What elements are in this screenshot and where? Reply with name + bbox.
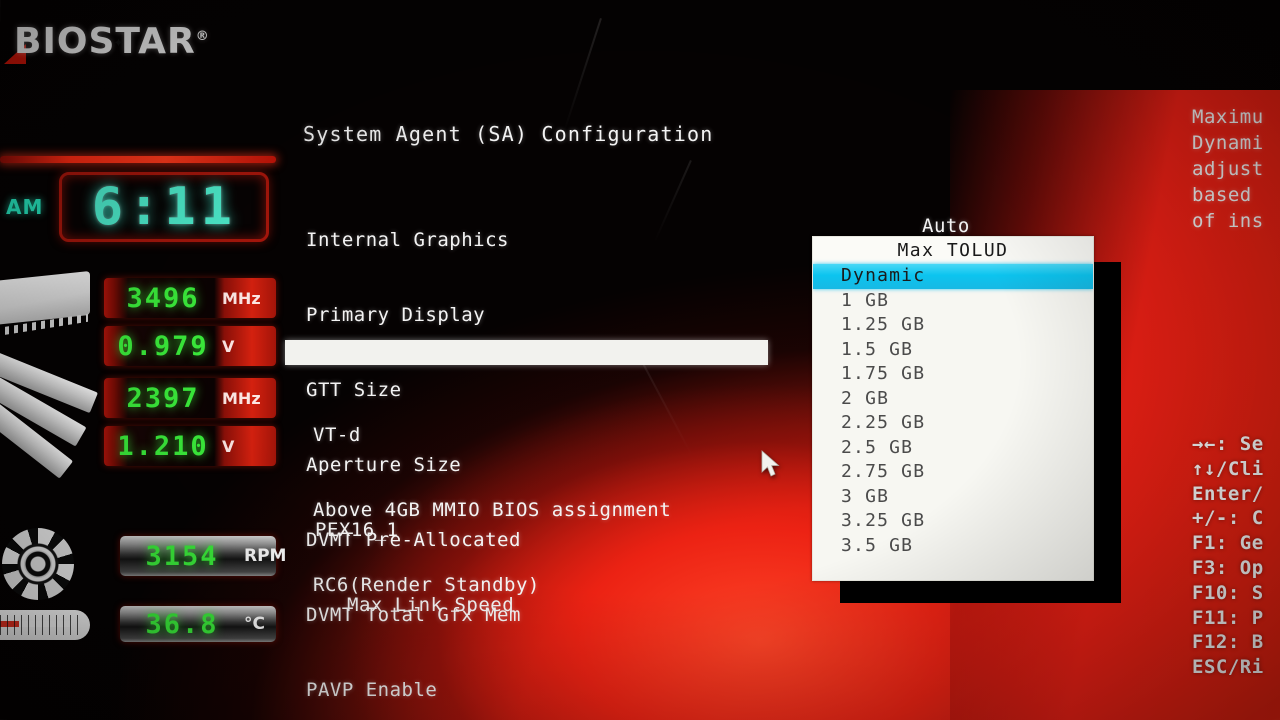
menu-item-pex16-1: PEX16_1 [315, 519, 399, 541]
cpu-voltage-value: 0.979 [117, 330, 209, 362]
fan-speed-unit: RPM [244, 546, 287, 566]
mouse-cursor-icon [761, 450, 780, 477]
cpu-icon [0, 270, 90, 326]
thermometer-icon [0, 610, 90, 640]
dropdown-title: Max TOLUD [813, 237, 1093, 264]
hwmon-divider [0, 156, 276, 163]
ram-icon [0, 340, 106, 479]
hotkey-plus-minus: +/-: C [1192, 507, 1264, 530]
menu-item-primary-display[interactable]: Primary Display [306, 303, 521, 328]
help-line: adjust [1192, 158, 1264, 180]
memory-voltage-value: 1.210 [117, 430, 209, 462]
help-line: of ins [1192, 210, 1264, 232]
dropdown-option-2-5gb[interactable]: 2.5 GB [813, 436, 1093, 461]
fan-speed-value: 3154 [145, 540, 219, 572]
fan-speed-gauge: 3154 RPM [120, 536, 286, 576]
menu-item-pavp-enable[interactable]: PAVP Enable [306, 678, 521, 703]
memory-voltage-gauge: 1.210 V [104, 426, 276, 466]
cpu-voltage-unit: V [222, 336, 235, 356]
dropdown-option-2-25gb[interactable]: 2.25 GB [813, 411, 1093, 436]
dropdown-option-2gb[interactable]: 2 GB [813, 387, 1093, 412]
dropdown-option-3gb[interactable]: 3 GB [813, 485, 1093, 510]
menu-item-internal-graphics[interactable]: Internal Graphics [306, 228, 521, 253]
clock-time: 6:11 [91, 177, 237, 237]
hardware-monitor-panel: AM 6:11 CPU 3496 MHz 0.979 V 2397 MHz 1.… [0, 88, 286, 668]
hotkey-f12: F12: B [1192, 631, 1264, 654]
memory-frequency-gauge: 2397 MHz [104, 378, 276, 418]
cpu-frequency-gauge: 3496 MHz [104, 278, 276, 318]
bios-screen: BIOSTAR® ✦ AM 6:11 CPU 3496 MHz 0.979 V [0, 0, 1280, 720]
hotkey-select-item: ↑↓/Cli [1192, 457, 1264, 480]
menu-item-max-link-speed[interactable]: Max Link Speed [315, 593, 514, 618]
dropdown-option-2-75gb[interactable]: 2.75 GB [813, 460, 1093, 485]
hotkey-f1: F1: Ge [1192, 532, 1264, 555]
dropdown-option-3-25gb[interactable]: 3.25 GB [813, 509, 1093, 534]
memory-frequency-value: 2397 [126, 382, 200, 414]
help-line: Maximu [1192, 106, 1264, 128]
cpu-frequency-value: 3496 [126, 282, 200, 314]
menu-item-max-tolud-selected[interactable] [285, 340, 768, 365]
pcie-section: PEX16_1 Max Link Speed [315, 468, 514, 668]
hotkey-enter: Enter/ [1192, 482, 1264, 505]
memory-frequency-unit: MHz [222, 388, 261, 408]
biostar-logo: BIOSTAR® ✦ [4, 20, 210, 64]
dropdown-option-1-25gb[interactable]: 1.25 GB [813, 313, 1093, 338]
temperature-value: 36.8 [145, 608, 219, 640]
logo-wordmark: BIOSTAR [14, 20, 196, 62]
hotkey-f10: F10: S [1192, 581, 1264, 604]
help-line: based [1192, 184, 1264, 206]
dropdown-option-3-5gb[interactable]: 3.5 GB [813, 534, 1093, 559]
cpu-frequency-unit: MHz [222, 288, 261, 308]
dropdown-option-1gb[interactable]: 1 GB [813, 289, 1093, 314]
logo-registered-mark: ® [195, 28, 210, 44]
dropdown-option-dynamic[interactable]: Dynamic [813, 264, 1093, 289]
dropdown-option-1-75gb[interactable]: 1.75 GB [813, 362, 1093, 387]
logo-star-icon: ✦ [113, 32, 124, 52]
cpu-voltage-gauge: 0.979 V [104, 326, 276, 366]
help-line: Dynami [1192, 132, 1264, 154]
temperature-gauge: 36.8 °C [120, 606, 276, 642]
page-title: System Agent (SA) Configuration [303, 122, 714, 146]
memory-voltage-unit: V [222, 436, 235, 456]
hotkey-f11: F11: P [1192, 606, 1264, 629]
hotkey-legend: →←: Se ↑↓/Cli Enter/ +/-: C F1: Ge F3: O… [1192, 432, 1280, 680]
hotkey-esc: ESC/Ri [1192, 656, 1264, 679]
help-text-panel: Maximu Dynami adjust based of ins [1192, 104, 1280, 234]
hotkey-select-screen: →←: Se [1192, 433, 1264, 455]
clock-ampm-label: AM [6, 195, 44, 219]
temperature-unit: °C [244, 614, 265, 634]
clock-face: 6:11 [59, 172, 270, 242]
menu-item-vt-d[interactable]: VT-d [313, 423, 671, 448]
fan-icon [2, 528, 74, 600]
max-tolud-dropdown[interactable]: Max TOLUD Dynamic 1 GB 1.25 GB 1.5 GB 1.… [812, 236, 1094, 581]
hotkey-f3: F3: Op [1192, 556, 1264, 579]
dropdown-option-1-5gb[interactable]: 1.5 GB [813, 338, 1093, 363]
system-clock: AM 6:11 [0, 170, 276, 244]
